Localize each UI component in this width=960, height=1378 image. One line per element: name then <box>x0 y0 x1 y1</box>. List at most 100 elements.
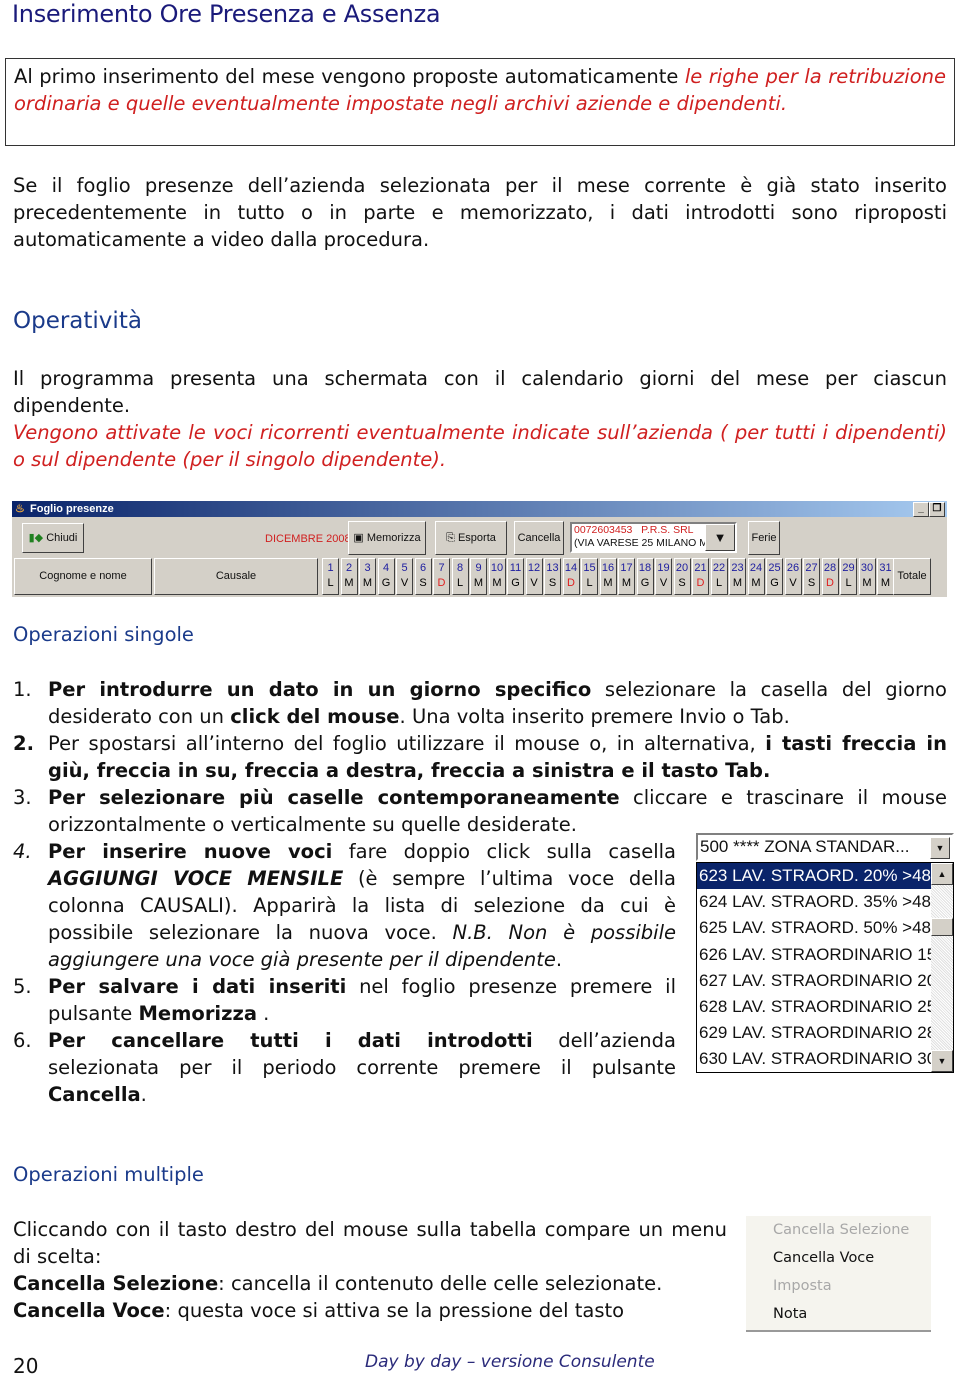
causale-selected-value: 500 **** ZONA STANDAR... <box>700 837 910 856</box>
chevron-down-icon[interactable]: ▼ <box>930 837 950 859</box>
day-weekday: M <box>732 577 743 589</box>
delete-button[interactable]: Cancella <box>514 521 564 555</box>
day-column-header[interactable]: 21 D <box>692 558 709 595</box>
day-weekday: D <box>567 577 575 589</box>
column-header-cause[interactable]: Causale <box>154 558 318 595</box>
day-weekday: D <box>696 577 705 589</box>
item-bold: Per salvare i dati inseriti <box>48 975 347 998</box>
causale-option[interactable]: 628 LAV. STRAORDINARIO 25% <box>697 994 931 1020</box>
day-column-header[interactable]: 23 M <box>729 558 746 595</box>
period-label: DICEMBRE 2008 <box>265 533 351 545</box>
day-number: 4 <box>382 562 390 574</box>
day-number: 21 <box>694 562 707 574</box>
causale-select[interactable]: 500 **** ZONA STANDAR... ▼ <box>696 833 954 861</box>
scroll-up-icon[interactable]: ▲ <box>931 863 953 885</box>
context-menu: Cancella Selezione Cancella Voce Imposta No… <box>746 1216 931 1332</box>
causale-option[interactable]: 624 LAV. STRAORD. 35% >48 <box>697 889 931 915</box>
day-column-header[interactable]: 4G <box>377 558 395 595</box>
multiple-intro: Cliccando con il tasto destro del mouse … <box>13 1218 727 1268</box>
item-text: Per spostarsi all’interno del foglio uti… <box>48 732 766 755</box>
day-number: 6 <box>419 562 427 574</box>
foglio-presenze-window: ♨ Foglio presenze _ ❐ ▮◆ Chiudi DICEMBRE… <box>12 501 947 597</box>
item-bold: Per selezionare più caselle contemporane… <box>48 786 620 809</box>
window-titlebar: ♨ Foglio presenze _ ❐ <box>12 501 947 517</box>
heading-operazioni-singole: Operazioni singole <box>13 623 194 646</box>
day-column-header[interactable]: 16 M <box>599 558 617 595</box>
day-number: 15 <box>583 562 596 574</box>
day-column-header[interactable]: 5V <box>396 558 413 595</box>
day-column-header[interactable]: 13 S <box>544 558 561 595</box>
holidays-button[interactable]: Ferie <box>748 521 780 555</box>
day-column-header[interactable]: 20 S <box>673 558 691 595</box>
day-column-header[interactable]: 6S <box>414 558 432 595</box>
day-column-header[interactable]: 17 M <box>618 558 635 595</box>
day-column-header[interactable]: 11 G <box>507 558 524 595</box>
context-menu-item[interactable]: Cancella Selezione <box>746 1216 931 1244</box>
day-number: 29 <box>842 562 855 574</box>
company-dropdown-arrow-icon[interactable]: ▼ <box>705 524 735 551</box>
context-menu-item[interactable]: Imposta <box>746 1272 931 1300</box>
day-column-header[interactable]: 29 L <box>840 558 857 595</box>
save-button[interactable]: ▣ Memorizza <box>348 521 426 555</box>
day-weekday: L <box>845 577 852 589</box>
item-number: 2. <box>13 732 34 755</box>
day-weekday: L <box>456 577 464 589</box>
day-column-header[interactable]: 1L <box>322 558 339 595</box>
day-column-header[interactable]: 28 D <box>821 558 839 595</box>
day-column-header[interactable]: 30 M <box>858 558 876 595</box>
day-column-header[interactable]: 18 G <box>636 558 654 595</box>
day-column-header[interactable]: 22 L <box>710 558 728 595</box>
page-number: 20 <box>13 1354 39 1378</box>
day-column-header[interactable]: 3M <box>359 558 376 595</box>
export-button-label: Esporta <box>457 532 496 544</box>
day-column-header[interactable]: 10 M <box>488 558 506 595</box>
day-column-header[interactable]: 31 M <box>877 558 894 595</box>
day-weekday: M <box>473 577 484 589</box>
day-weekday: M <box>492 577 502 589</box>
day-column-header[interactable]: 9M <box>470 558 487 595</box>
day-number: 26 <box>786 562 800 574</box>
export-button[interactable]: ⎘ Esporta <box>435 521 507 555</box>
company-address: (VIA VARESE 25 MILANO MI) <box>574 537 715 549</box>
day-column-header[interactable]: 12 V <box>525 558 543 595</box>
scroll-down-icon[interactable]: ▼ <box>931 1050 953 1072</box>
day-column-header[interactable]: 14 D <box>562 558 580 595</box>
company-selector[interactable]: 0072603453 P.R.S. SRL (VIA VARESE 25 MIL… <box>570 522 737 553</box>
context-menu-item[interactable]: Nota <box>746 1300 931 1328</box>
causale-option[interactable]: 627 LAV. STRAORDINARIO 20% <box>697 968 931 994</box>
day-weekday: G <box>381 577 391 589</box>
day-column-header[interactable]: 7D <box>433 558 450 595</box>
day-column-header[interactable]: 8L <box>451 558 469 595</box>
scrollbar[interactable]: ▲ ▼ <box>931 863 953 1072</box>
day-column-header[interactable]: 19 V <box>655 558 672 595</box>
restore-button[interactable]: ❐ <box>929 502 945 517</box>
company-code: 0072603453 <box>574 524 633 536</box>
causale-option[interactable]: 629 LAV. STRAORDINARIO 28% <box>697 1020 931 1046</box>
day-weekday: S <box>807 577 816 589</box>
day-column-header[interactable]: 15 L <box>581 558 598 595</box>
item-bold-italic: AGGIUNGI VOCE MENSILE <box>48 867 344 890</box>
day-column-header[interactable]: 24 M <box>747 558 765 595</box>
context-menu-item[interactable]: Cancella Voce <box>746 1244 931 1272</box>
item-bold: Per introdurre un dato in un giorno spec… <box>48 678 592 701</box>
day-column-header[interactable]: 27 S <box>803 558 820 595</box>
day-number: 7 <box>438 562 445 574</box>
causale-option[interactable]: 625 LAV. STRAORD. 50% >48 <box>697 915 931 941</box>
causale-dropdown: 500 **** ZONA STANDAR... ▼ 623 LAV. STRA… <box>696 833 954 1073</box>
causale-option[interactable]: 626 LAV. STRAORDINARIO 15% <box>697 942 931 968</box>
close-button[interactable]: ▮◆ Chiudi <box>22 523 84 553</box>
column-header-total[interactable]: Totale <box>893 558 931 595</box>
day-column-header[interactable]: 26 V <box>784 558 802 595</box>
item-bold: Memorizza <box>138 1002 257 1025</box>
scrollbar-thumb[interactable] <box>931 918 953 936</box>
day-column-header[interactable]: 2M <box>340 558 358 595</box>
day-number: 2 <box>345 562 353 574</box>
minimize-button[interactable]: _ <box>913 502 929 517</box>
column-header-name[interactable]: Cognome e nome <box>14 558 152 595</box>
causale-option[interactable]: 630 LAV. STRAORDINARIO 30% <box>697 1046 931 1072</box>
day-column-header[interactable]: 25 G <box>766 558 783 595</box>
day-weekday: M <box>880 577 891 589</box>
day-number: 5 <box>401 562 408 574</box>
causale-option[interactable]: 623 LAV. STRAORD. 20% >48 <box>697 863 931 890</box>
day-number: 10 <box>490 562 504 574</box>
